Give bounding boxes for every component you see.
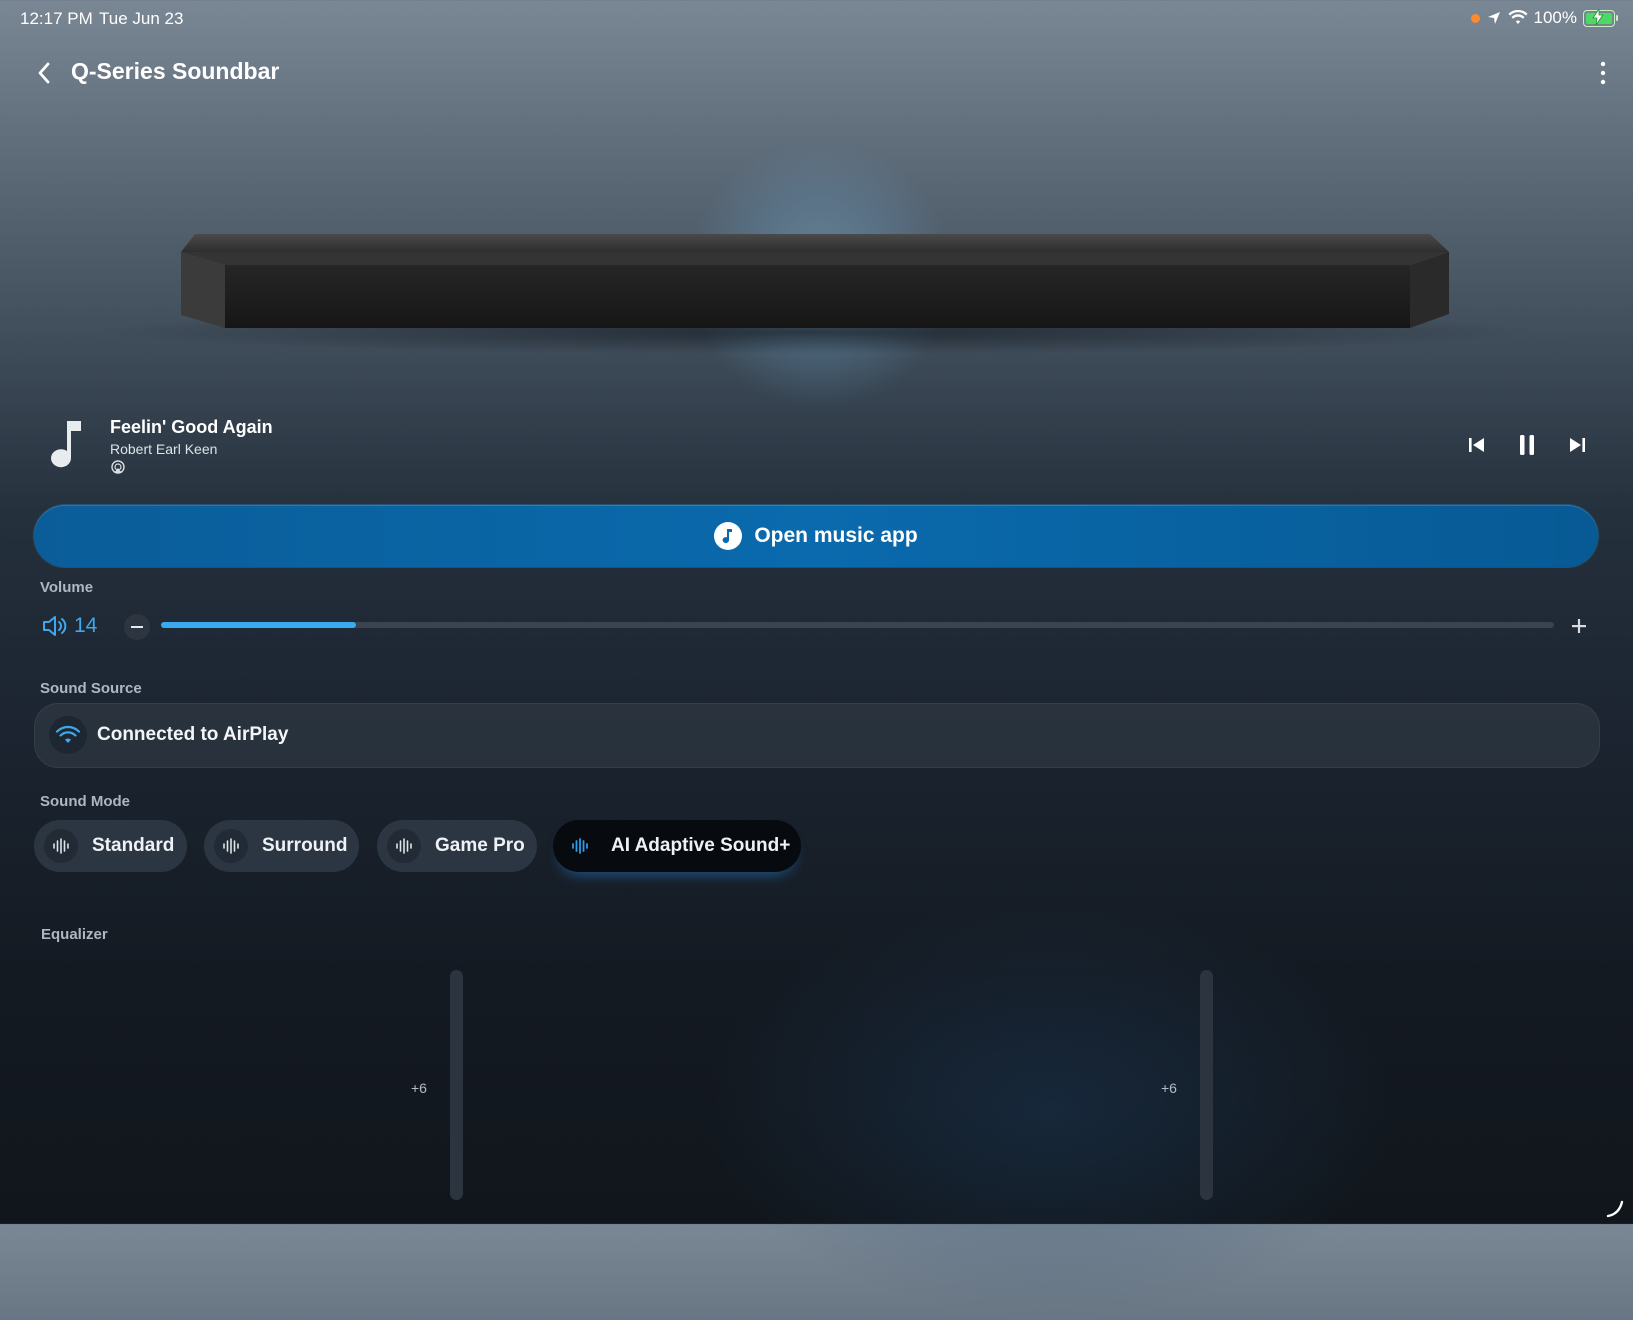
volume-slider-fill bbox=[161, 622, 357, 628]
open-music-app-label: Open music app bbox=[754, 524, 918, 547]
track-artist: Robert Earl Keen bbox=[110, 441, 218, 457]
sound-source-card[interactable]: Connected to AirPlay bbox=[34, 703, 1600, 768]
pause-icon[interactable] bbox=[1512, 430, 1542, 460]
volume-value: 14 bbox=[74, 614, 98, 637]
sound-wave-icon bbox=[387, 829, 421, 863]
equalizer-slider[interactable] bbox=[1200, 970, 1213, 1200]
volume-label: Volume bbox=[40, 579, 94, 596]
open-music-app-button[interactable]: Open music app bbox=[34, 505, 1598, 567]
sound-mode-game-pro[interactable]: Game Pro bbox=[377, 820, 537, 872]
airplay-icon bbox=[111, 460, 125, 474]
sound-mode-standard[interactable]: Standard bbox=[34, 820, 187, 872]
sound-source-label: Sound Source bbox=[40, 680, 142, 697]
sound-wave-icon bbox=[214, 829, 248, 863]
sound-mode-ai-adaptive[interactable]: AI Adaptive Sound+ bbox=[553, 820, 801, 872]
sound-mode-surround[interactable]: Surround bbox=[204, 820, 359, 872]
wifi-icon bbox=[49, 716, 87, 754]
speaker-volume-icon bbox=[43, 616, 67, 636]
sound-mode-label-text: AI Adaptive Sound+ bbox=[611, 835, 791, 856]
sound-wave-icon bbox=[563, 829, 597, 863]
soundbar-image bbox=[95, 234, 1535, 354]
sound-wave-icon bbox=[44, 829, 78, 863]
equalizer-tick-label: +6 bbox=[1161, 1080, 1177, 1096]
previous-track-icon[interactable] bbox=[1462, 430, 1492, 460]
sound-source-status: Connected to AirPlay bbox=[97, 724, 289, 745]
sound-mode-label-text: Game Pro bbox=[435, 835, 525, 856]
background-glow bbox=[700, 900, 1400, 1320]
sound-mode-label: Sound Mode bbox=[40, 793, 130, 810]
music-note-circle-icon bbox=[714, 522, 743, 550]
equalizer-label: Equalizer bbox=[41, 926, 108, 943]
sound-mode-label-text: Standard bbox=[92, 835, 175, 856]
volume-increase-button[interactable] bbox=[1566, 613, 1592, 639]
track-title: Feelin' Good Again bbox=[110, 417, 273, 437]
scroll-indicator-icon bbox=[1606, 1200, 1624, 1218]
equalizer-tick-label: +6 bbox=[411, 1080, 427, 1096]
volume-decrease-button[interactable] bbox=[124, 614, 150, 640]
music-note-icon bbox=[51, 421, 81, 468]
equalizer-slider[interactable] bbox=[450, 970, 463, 1200]
volume-slider[interactable] bbox=[161, 622, 1554, 628]
next-track-icon[interactable] bbox=[1562, 430, 1592, 460]
sound-mode-label-text: Surround bbox=[262, 835, 348, 856]
